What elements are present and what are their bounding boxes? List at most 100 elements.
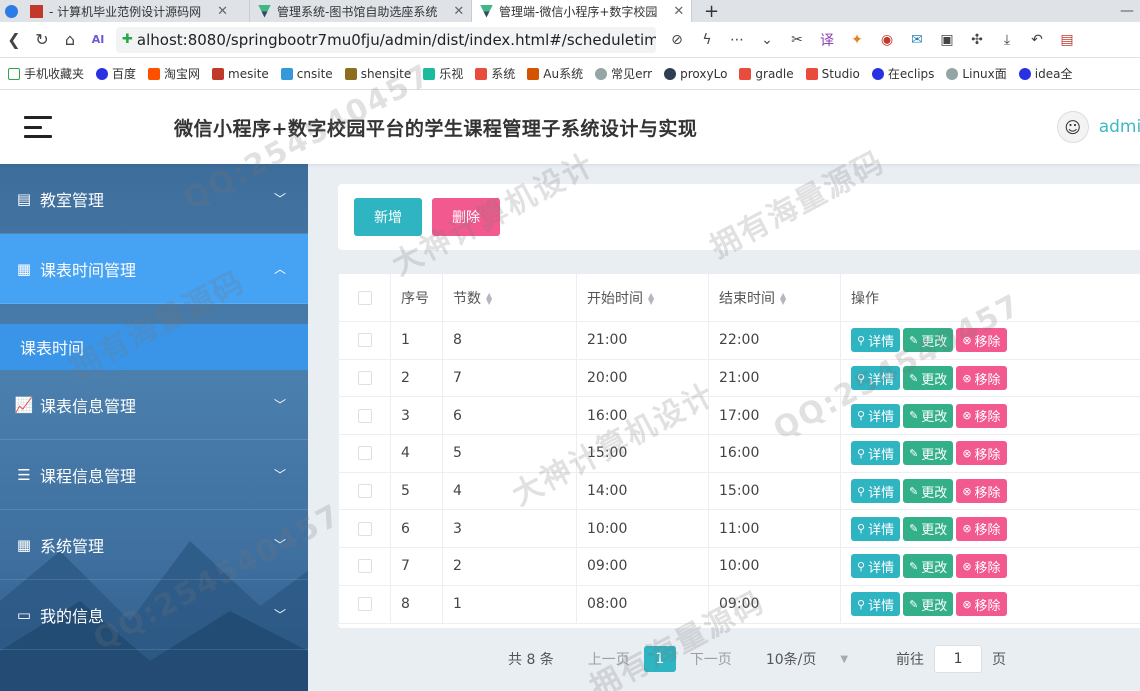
- avatar[interactable]: ☺: [1056, 111, 1089, 143]
- menu-toggle-icon[interactable]: [24, 116, 52, 138]
- browser-tab-2[interactable]: 管理系统-图书馆自助选座系统 ✕: [250, 0, 472, 22]
- bookmark-item[interactable]: Linux面: [946, 65, 1007, 82]
- detail-button[interactable]: ⚲ 详情: [851, 479, 901, 504]
- sidebar-subitem-schedule-time[interactable]: 课表时间: [0, 324, 308, 370]
- row-checkbox[interactable]: [357, 521, 372, 536]
- chevron-down-icon[interactable]: ⌄: [758, 32, 776, 48]
- remove-button[interactable]: ⊗ 移除: [956, 479, 1007, 504]
- more-icon[interactable]: ⋯: [728, 32, 746, 48]
- undo-icon[interactable]: ↶: [1028, 32, 1046, 48]
- row-checkbox[interactable]: [357, 408, 372, 423]
- bookmark-item[interactable]: 常见err: [595, 65, 652, 82]
- close-icon[interactable]: ✕: [673, 4, 684, 19]
- back-icon[interactable]: ❮: [0, 30, 28, 49]
- bookmark-item[interactable]: 百度: [96, 65, 136, 82]
- sort-icon[interactable]: ▲ ▼: [780, 291, 786, 305]
- sort-icon[interactable]: ▲ ▼: [486, 291, 492, 305]
- bookmark-item[interactable]: cnsite: [280, 67, 333, 81]
- row-checkbox[interactable]: [357, 446, 372, 461]
- sidebar-item-my-info[interactable]: ▭ 我的信息 ﹀: [0, 580, 308, 650]
- goto-page-input[interactable]: 1: [934, 645, 983, 673]
- bookmark-item[interactable]: Studio: [805, 67, 860, 81]
- remove-button[interactable]: ⊗ 移除: [956, 366, 1007, 391]
- bookmark-item[interactable]: mesite: [212, 67, 269, 81]
- bookmark-item[interactable]: 在eclips: [871, 65, 934, 82]
- edit-button[interactable]: ✎ 更改: [903, 328, 954, 353]
- sidebar-item-classroom[interactable]: ▤ 教室管理 ﹀: [0, 164, 308, 234]
- edit-button[interactable]: ✎ 更改: [903, 403, 954, 428]
- remove-button[interactable]: ⊗ 移除: [956, 441, 1007, 466]
- column-header-start[interactable]: 开始时间 ▲ ▼: [576, 273, 709, 322]
- add-button[interactable]: 新增: [354, 198, 422, 236]
- username[interactable]: admin: [1099, 117, 1140, 137]
- next-page-button[interactable]: 下一页: [690, 649, 732, 669]
- column-header-end[interactable]: 结束时间 ▲ ▼: [708, 273, 841, 322]
- edit-button[interactable]: ✎ 更改: [903, 366, 954, 391]
- sort-icon[interactable]: ▲ ▼: [648, 291, 654, 305]
- detail-button[interactable]: ⚲ 详情: [851, 441, 901, 466]
- row-checkbox[interactable]: [357, 333, 372, 348]
- page-number-current[interactable]: 1: [643, 646, 676, 672]
- detail-button[interactable]: ⚲ 详情: [851, 554, 901, 579]
- detail-button[interactable]: ⚲ 详情: [851, 516, 901, 541]
- edit-button[interactable]: ✎ 更改: [903, 592, 954, 617]
- remove-button[interactable]: ⊗ 移除: [956, 592, 1007, 617]
- puzzle-icon[interactable]: ✣: [968, 32, 986, 48]
- user-menu[interactable]: ☺ admin: [1056, 111, 1140, 143]
- bookmark-item[interactable]: idea全: [1018, 65, 1072, 82]
- scissors-icon[interactable]: ✂: [788, 32, 806, 48]
- prev-page-button[interactable]: 上一页: [588, 649, 630, 669]
- bookmark-item[interactable]: 系统: [475, 65, 515, 82]
- row-checkbox[interactable]: [357, 597, 372, 612]
- square-icon[interactable]: ▣: [938, 32, 956, 48]
- bookmark-item[interactable]: 淘宝网: [148, 65, 200, 82]
- compass-icon[interactable]: ⊘: [668, 32, 686, 48]
- bookmark-item[interactable]: proxyLo: [664, 67, 727, 81]
- detail-button[interactable]: ⚲ 详情: [851, 366, 901, 391]
- sidebar-item-schedule-time[interactable]: ▦ 课表时间管理 ︿: [0, 234, 308, 304]
- browser-tab-1[interactable]: - 计算机毕业范例设计源码网 ✕: [22, 0, 250, 22]
- translate-icon[interactable]: 译: [818, 30, 836, 50]
- column-header-period[interactable]: 节数 ▲ ▼: [442, 273, 577, 322]
- edit-button[interactable]: ✎ 更改: [903, 479, 954, 504]
- reload-icon[interactable]: ↻: [28, 30, 56, 49]
- ai-icon[interactable]: AI: [84, 33, 112, 46]
- close-icon[interactable]: ✕: [453, 4, 464, 19]
- select-all-checkbox[interactable]: [357, 290, 372, 305]
- eye-icon[interactable]: ◉: [878, 32, 896, 48]
- remove-button[interactable]: ⊗ 移除: [956, 403, 1007, 428]
- edit-button[interactable]: ✎ 更改: [903, 516, 954, 541]
- bookmark-item[interactable]: 乐视: [423, 65, 463, 82]
- delete-button[interactable]: 删除: [432, 198, 500, 236]
- detail-button[interactable]: ⚲ 详情: [851, 403, 901, 428]
- sidebar-item-system[interactable]: ▦ 系统管理 ﹀: [0, 510, 308, 580]
- row-checkbox[interactable]: [357, 371, 372, 386]
- browser-tab-3[interactable]: 管理端-微信小程序+数字校园 ✕: [472, 0, 692, 22]
- remove-button[interactable]: ⊗ 移除: [956, 516, 1007, 541]
- sidebar-item-schedule-info[interactable]: 📈 课表信息管理 ﹀: [0, 370, 308, 440]
- download-icon[interactable]: ⤓: [998, 32, 1016, 48]
- mail-icon[interactable]: ✉: [908, 32, 926, 48]
- bag-icon[interactable]: ▤: [1058, 32, 1076, 48]
- url-input[interactable]: ✚ alhost:8080/springbootr7mu0fju/admin/d…: [116, 26, 656, 53]
- minimize-icon[interactable]: —: [1120, 0, 1140, 22]
- lightning-icon[interactable]: ϟ: [698, 32, 716, 48]
- bookmark-item[interactable]: 手机收藏夹: [8, 65, 84, 82]
- new-tab-button[interactable]: +: [692, 0, 731, 22]
- remove-button[interactable]: ⊗ 移除: [956, 554, 1007, 579]
- remove-button[interactable]: ⊗ 移除: [956, 328, 1007, 353]
- edit-button[interactable]: ✎ 更改: [903, 554, 954, 579]
- browser-menu[interactable]: [0, 0, 22, 22]
- sidebar-item-course-info[interactable]: ☰ 课程信息管理 ﹀: [0, 440, 308, 510]
- detail-button[interactable]: ⚲ 详情: [851, 328, 901, 353]
- bookmark-item[interactable]: shensite: [344, 67, 411, 81]
- row-checkbox[interactable]: [357, 484, 372, 499]
- fox-icon[interactable]: ✦: [848, 32, 866, 48]
- detail-button[interactable]: ⚲ 详情: [851, 592, 901, 617]
- page-size-select[interactable]: 10条/页 ▼: [766, 649, 848, 669]
- close-icon[interactable]: ✕: [217, 4, 228, 19]
- home-icon[interactable]: ⌂: [56, 30, 84, 49]
- bookmark-item[interactable]: gradle: [739, 67, 794, 81]
- row-checkbox[interactable]: [357, 559, 372, 574]
- edit-button[interactable]: ✎ 更改: [903, 441, 954, 466]
